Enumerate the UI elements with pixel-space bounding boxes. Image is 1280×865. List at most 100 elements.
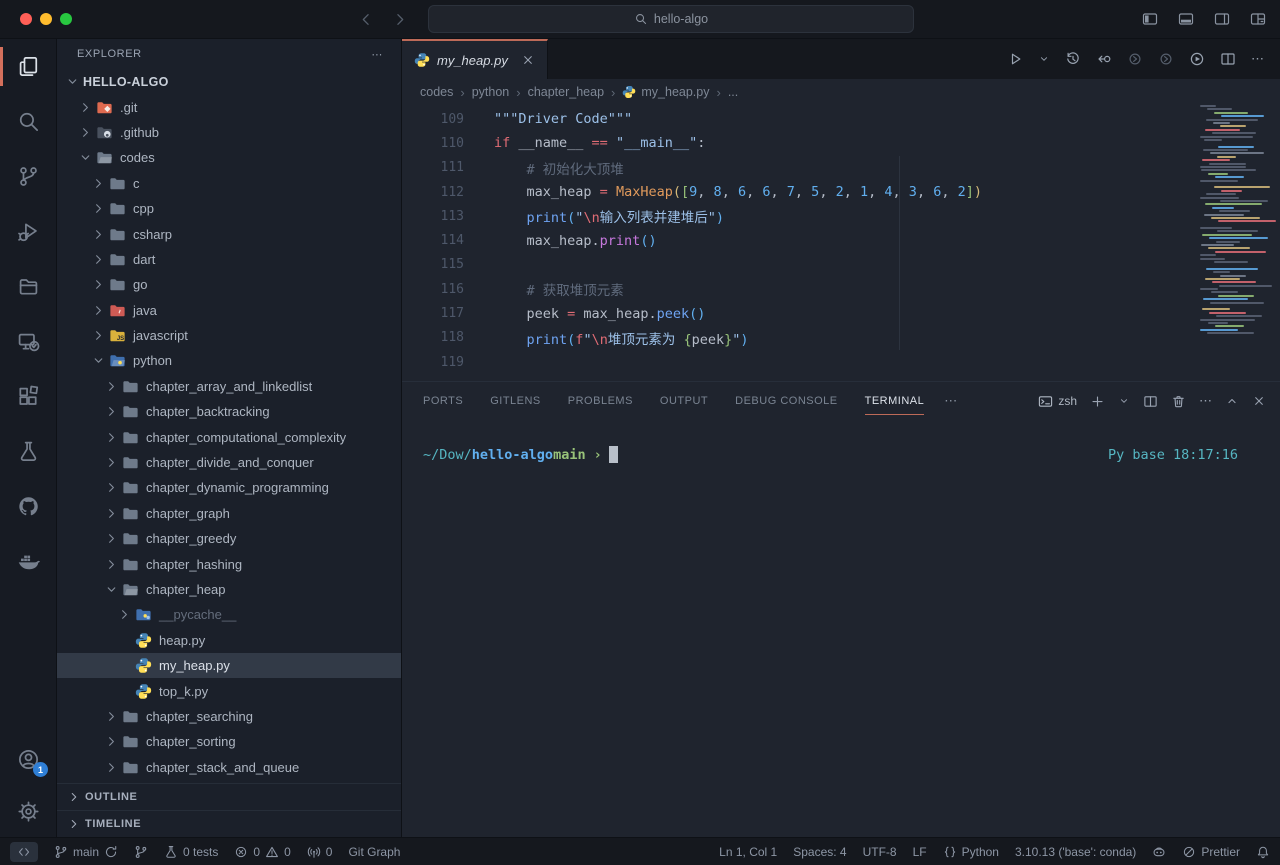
panel-tab-gitlens[interactable]: GITLENS [490, 382, 541, 420]
minimap[interactable] [1200, 105, 1272, 350]
more-actions-icon[interactable]: ⋯ [1251, 51, 1264, 67]
run-icon[interactable] [1007, 51, 1023, 67]
breadcrumb-item[interactable]: ... [728, 85, 738, 99]
run-below-icon[interactable] [1189, 51, 1205, 67]
activity-item-source-control[interactable] [0, 149, 56, 204]
forward-arrow-icon[interactable] [391, 11, 408, 28]
panel-tab-debug-console[interactable]: DEBUG CONSOLE [735, 382, 837, 420]
panel-tab-output[interactable]: OUTPUT [660, 382, 708, 420]
folder-python[interactable]: python [57, 348, 401, 373]
toggle-secondary-sidebar-icon[interactable] [1214, 11, 1230, 27]
new-terminal-icon[interactable] [1090, 394, 1105, 409]
activity-item-accounts[interactable]: 1 [0, 733, 56, 785]
toggle-panel-icon[interactable] [1178, 11, 1194, 27]
folder--github[interactable]: .github [57, 120, 401, 145]
status-prettier[interactable]: Prettier [1182, 845, 1240, 859]
toggle-sidebar-icon[interactable] [1142, 11, 1158, 27]
close-window-button[interactable] [20, 13, 32, 25]
run-dropdown-icon[interactable] [1038, 53, 1050, 65]
status-problems[interactable]: 00 [234, 845, 290, 859]
close-tab-icon[interactable] [521, 53, 535, 67]
outline-section[interactable]: OUTLINE [57, 783, 401, 810]
folder-chapter-heap[interactable]: chapter_heap [57, 577, 401, 602]
command-center-search[interactable]: hello-algo [428, 5, 914, 33]
kill-terminal-icon[interactable] [1171, 394, 1186, 409]
shell-label[interactable]: zsh [1038, 394, 1077, 409]
status-tests[interactable]: 0 tests [164, 845, 218, 859]
activity-item-explorer[interactable] [0, 39, 56, 94]
status-indentation[interactable]: Spaces: 4 [793, 845, 846, 859]
explorer-more-actions-icon[interactable]: ⋯ [371, 48, 383, 61]
folder-c[interactable]: c [57, 171, 401, 196]
status-encoding[interactable]: UTF-8 [863, 845, 897, 859]
file-top-k-py[interactable]: top_k.py [57, 678, 401, 703]
file-heap-py[interactable]: heap.py [57, 628, 401, 653]
terminal[interactable]: ~/Dow/hello-algo main› Py base 18:17:16 [402, 420, 1280, 837]
minimize-window-button[interactable] [40, 13, 52, 25]
folder--pycache-[interactable]: __pycache__ [57, 602, 401, 627]
breadcrumb-item[interactable]: codes [420, 85, 453, 99]
folder-go[interactable]: go [57, 272, 401, 297]
folder-cpp[interactable]: cpp [57, 196, 401, 221]
next-change-icon[interactable] [1158, 51, 1174, 67]
folder-javascript[interactable]: JSjavascript [57, 323, 401, 348]
panel-tab-problems[interactable]: PROBLEMS [568, 382, 633, 420]
folder-chapter-hashing[interactable]: chapter_hashing [57, 551, 401, 576]
folder-chapter-stack-and-queue[interactable]: chapter_stack_and_queue [57, 755, 401, 780]
panel-tab-ports[interactable]: PORTS [423, 382, 463, 420]
folder-chapter-divide-and-conquer[interactable]: chapter_divide_and_conquer [57, 450, 401, 475]
folder-chapter-dynamic-programming[interactable]: chapter_dynamic_programming [57, 475, 401, 500]
zoom-window-button[interactable] [60, 13, 72, 25]
activity-item-extensions[interactable] [0, 369, 56, 424]
status-remote-indicator[interactable] [10, 842, 38, 862]
panel-more-actions-icon[interactable]: ⋯ [1199, 393, 1212, 409]
folder-chapter-backtracking[interactable]: chapter_backtracking [57, 399, 401, 424]
timeline-history-icon[interactable] [1065, 51, 1081, 67]
folder-chapter-graph[interactable]: chapter_graph [57, 501, 401, 526]
activity-item-github[interactable] [0, 479, 56, 534]
panel-tab-terminal[interactable]: TERMINAL [865, 382, 925, 420]
folder--git[interactable]: .git [57, 94, 401, 119]
status-eol[interactable]: LF [913, 845, 927, 859]
activity-item-testing[interactable] [0, 424, 56, 479]
tab-my-heap[interactable]: my_heap.py [402, 39, 548, 79]
maximize-panel-icon[interactable] [1225, 394, 1239, 408]
folder-chapter-computational-complexity[interactable]: chapter_computational_complexity [57, 424, 401, 449]
folder-codes[interactable]: codes [57, 145, 401, 170]
status-git-branch[interactable]: main [54, 845, 118, 859]
close-panel-icon[interactable] [1252, 394, 1266, 408]
activity-item-docker[interactable] [0, 534, 56, 589]
activity-item-project-manager[interactable] [0, 259, 56, 314]
panel-more-tabs-icon[interactable]: ⋯ [944, 393, 957, 409]
open-changes-icon[interactable] [1096, 51, 1112, 67]
status-source-control-graph[interactable] [134, 845, 148, 859]
folder-hello-algo[interactable]: HELLO-ALGO [57, 69, 401, 94]
split-terminal-icon[interactable] [1143, 394, 1158, 409]
status-ports[interactable]: 0 [307, 845, 333, 859]
status-language-mode[interactable]: Python [943, 845, 999, 859]
folder-chapter-searching[interactable]: chapter_searching [57, 704, 401, 729]
folder-java[interactable]: java [57, 298, 401, 323]
folder-dart[interactable]: dart [57, 247, 401, 272]
back-arrow-icon[interactable] [358, 11, 375, 28]
breadcrumb-item[interactable]: my_heap.py [622, 85, 709, 99]
status-notifications[interactable] [1256, 845, 1270, 859]
customize-layout-icon[interactable] [1250, 11, 1266, 27]
timeline-section[interactable]: TIMELINE [57, 810, 401, 837]
terminal-dropdown-icon[interactable] [1118, 395, 1130, 407]
status-python-interpreter[interactable]: 3.10.13 ('base': conda) [1015, 845, 1136, 859]
folder-chapter-array-and-linkedlist[interactable]: chapter_array_and_linkedlist [57, 374, 401, 399]
activity-item-run-debug[interactable] [0, 204, 56, 259]
code-editor[interactable]: 109"""Driver Code"""110if __name__ == "_… [402, 105, 1280, 381]
breadcrumb-item[interactable]: chapter_heap [528, 85, 604, 99]
activity-item-remote-explorer[interactable] [0, 314, 56, 369]
split-editor-icon[interactable] [1220, 51, 1236, 67]
previous-change-icon[interactable] [1127, 51, 1143, 67]
breadcrumb-item[interactable]: python [472, 85, 510, 99]
status-copilot[interactable] [1152, 845, 1166, 859]
status-cursor-position[interactable]: Ln 1, Col 1 [719, 845, 777, 859]
folder-csharp[interactable]: csharp [57, 221, 401, 246]
file-my-heap-py[interactable]: my_heap.py [57, 653, 401, 678]
activity-item-settings[interactable] [0, 785, 56, 837]
status-git-graph[interactable]: Git Graph [348, 845, 400, 859]
